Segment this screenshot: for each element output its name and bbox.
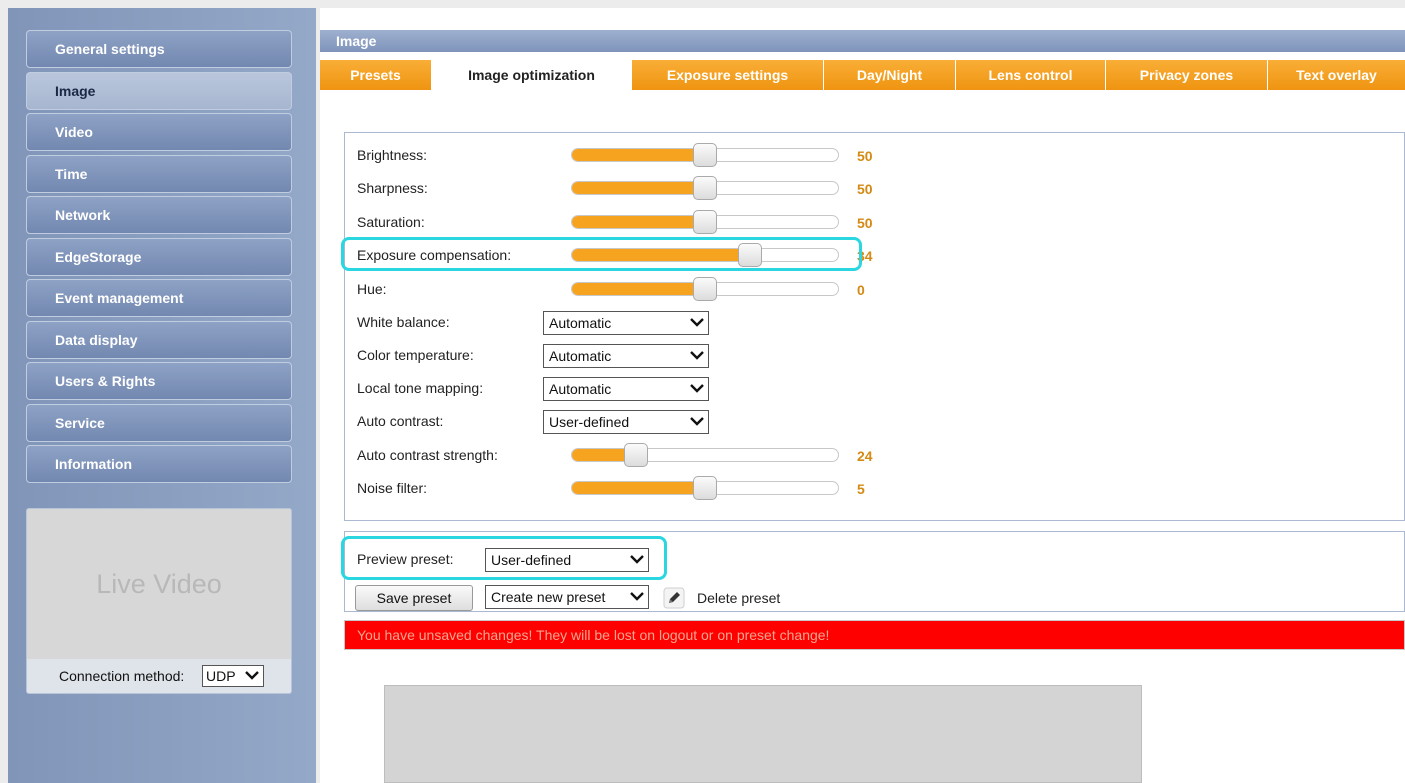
tab-day-night[interactable]: Day/Night [824, 60, 956, 90]
brightness-value: 50 [857, 148, 873, 164]
white-balance-value: Automatic [549, 315, 612, 331]
local-tone-mapping-label: Local tone mapping: [357, 380, 484, 396]
white-balance-label: White balance: [357, 314, 450, 330]
image-preview-area [384, 685, 1142, 783]
chevron-down-icon [690, 384, 704, 393]
delete-preset-link[interactable]: Delete preset [697, 590, 780, 606]
local-tone-mapping-value: Automatic [549, 381, 612, 397]
saturation-value: 50 [857, 215, 873, 231]
connection-method-select[interactable]: UDP [202, 665, 264, 687]
noise-filter-slider[interactable] [571, 476, 839, 500]
auto-contrast-strength-value: 24 [857, 448, 873, 464]
sharpness-slider-fill [572, 182, 705, 194]
slider-handle[interactable] [623, 443, 648, 467]
hue-slider-fill [572, 283, 705, 295]
slider-handle[interactable] [693, 210, 717, 234]
sharpness-slider[interactable] [571, 176, 839, 200]
saturation-slider-fill [572, 216, 705, 228]
auto-contrast-strength-slider[interactable] [571, 443, 839, 467]
sharpness-label: Sharpness: [357, 180, 428, 196]
live-video-placeholder: Live Video [27, 509, 291, 659]
create-preset-value: Create new preset [491, 589, 606, 605]
slider-handle[interactable] [693, 176, 717, 200]
tab-privacy-zones[interactable]: Privacy zones [1106, 60, 1268, 90]
chevron-down-icon [245, 671, 259, 680]
chevron-down-icon [690, 351, 704, 360]
color-temperature-select[interactable]: Automatic [543, 344, 709, 368]
hue-label: Hue: [357, 281, 387, 297]
image-settings-panel: Brightness: 50 Sharpness: 50 Saturation:… [341, 132, 1405, 521]
tab-exposure-settings[interactable]: Exposure settings [632, 60, 824, 90]
hue-value: 0 [857, 282, 865, 298]
create-preset-select[interactable]: Create new preset [485, 585, 649, 609]
auto-contrast-label: Auto contrast: [357, 413, 444, 429]
hue-slider[interactable] [571, 277, 839, 301]
live-video-label: Live Video [96, 568, 222, 599]
tab-text-overlay[interactable]: Text overlay [1268, 60, 1405, 90]
highlight-preview-preset [341, 536, 667, 580]
tab-lens-control[interactable]: Lens control [956, 60, 1106, 90]
saturation-label: Saturation: [357, 214, 425, 230]
preset-panel: Preview preset: User-defined Save preset… [341, 531, 1405, 612]
color-temperature-value: Automatic [549, 348, 612, 364]
sidebar-item-users-rights[interactable]: Users & Rights [26, 362, 292, 400]
page-title: Image [320, 30, 1405, 52]
tab-image-optimization[interactable]: Image optimization [432, 60, 632, 91]
brightness-slider[interactable] [571, 143, 839, 167]
auto-contrast-select[interactable]: User-defined [543, 410, 709, 434]
noise-filter-slider-fill [572, 482, 705, 494]
unsaved-changes-warning: You have unsaved changes! They will be l… [344, 620, 1405, 650]
sidebar-item-time[interactable]: Time [26, 155, 292, 193]
color-temperature-label: Color temperature: [357, 347, 474, 363]
chevron-down-icon [690, 417, 704, 426]
slider-handle[interactable] [693, 143, 717, 167]
white-balance-select[interactable]: Automatic [543, 311, 709, 335]
sidebar-item-service[interactable]: Service [26, 404, 292, 442]
main-content: Image Presets Image optimization Exposur… [320, 8, 1405, 783]
sidebar-item-data-display[interactable]: Data display [26, 321, 292, 359]
connection-method-value: UDP [206, 668, 236, 684]
noise-filter-label: Noise filter: [357, 480, 428, 496]
local-tone-mapping-select[interactable]: Automatic [543, 377, 709, 401]
live-video-panel: Live Video Connection method: UDP [26, 508, 292, 694]
save-preset-button[interactable]: Save preset [355, 585, 473, 611]
sidebar-item-general-settings[interactable]: General settings [26, 30, 292, 68]
brightness-slider-fill [572, 149, 705, 161]
tab-bar: Presets Image optimization Exposure sett… [320, 60, 1405, 91]
tab-presets[interactable]: Presets [320, 60, 432, 90]
connection-method-label: Connection method: [59, 668, 185, 684]
noise-filter-value: 5 [857, 481, 865, 497]
highlight-exposure-compensation [341, 237, 862, 271]
sidebar-item-edgestorage[interactable]: EdgeStorage [26, 238, 292, 276]
pencil-icon[interactable] [663, 587, 685, 609]
brightness-label: Brightness: [357, 147, 428, 163]
sidebar-item-network[interactable]: Network [26, 196, 292, 234]
slider-handle[interactable] [693, 277, 717, 301]
sidebar-item-information[interactable]: Information [26, 445, 292, 483]
chevron-down-icon [630, 592, 644, 601]
connection-method-row: Connection method: UDP [27, 659, 291, 693]
slider-handle[interactable] [693, 476, 717, 500]
sharpness-value: 50 [857, 181, 873, 197]
auto-contrast-strength-label: Auto contrast strength: [357, 447, 498, 463]
chevron-down-icon [690, 318, 704, 327]
sidebar-item-event-management[interactable]: Event management [26, 279, 292, 317]
sidebar-item-image[interactable]: Image [26, 72, 292, 110]
saturation-slider[interactable] [571, 210, 839, 234]
sidebar-item-video[interactable]: Video [26, 113, 292, 151]
auto-contrast-value: User-defined [549, 414, 630, 430]
